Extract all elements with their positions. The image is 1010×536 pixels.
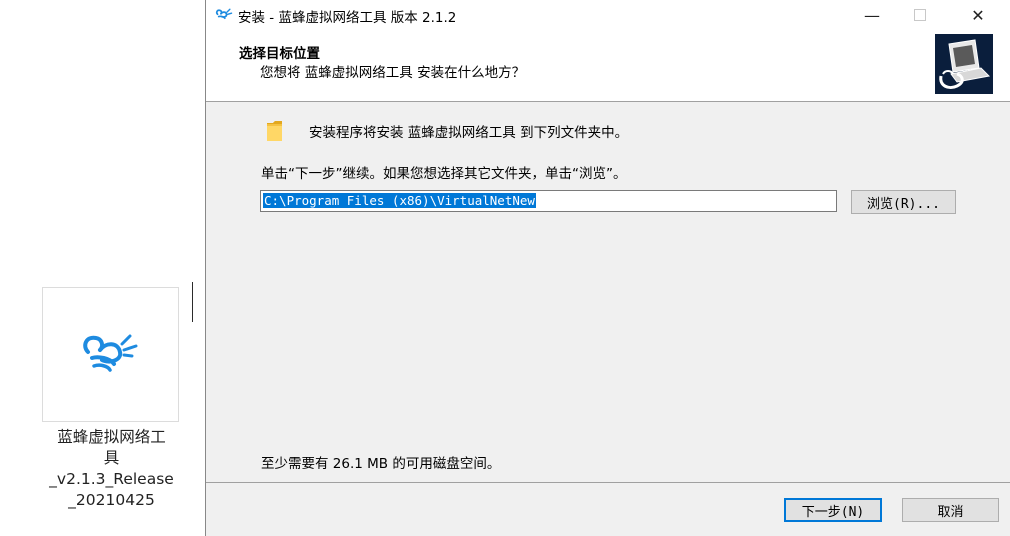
browse-instruction-text: 单击“下一步”继续。如果您想选择其它文件夹，单击“浏览”。 [261,166,627,182]
close-icon: ✕ [971,5,985,25]
cancel-button[interactable]: 取消 [902,498,999,522]
folder-icon [267,121,282,141]
title-bar[interactable]: 安装 - 蓝蜂虚拟网络工具 版本 2.1.2 — ✕ [206,0,1010,30]
page-title: 选择目标位置 [239,46,320,62]
next-button[interactable]: 下一步(N) [784,498,882,522]
close-button[interactable]: ✕ [955,0,1001,30]
page-subtitle: 您想将 蓝蜂虚拟网络工具 安装在什么地方？ [260,65,526,81]
installer-computer-icon [935,34,993,94]
installer-window: 安装 - 蓝蜂虚拟网络工具 版本 2.1.2 — ✕ 选择目标位置 您想将 蓝蜂… [205,0,1010,536]
maximize-icon [914,9,926,21]
file-name-line-4: _20210425 [68,491,155,509]
maximize-button[interactable] [897,0,943,30]
bee-logo-icon [215,8,233,20]
file-name-label: 蓝蜂虚拟网络工 具 _v2.1.3_Release _20210425 [40,427,183,511]
file-name-line-2: 具 [103,449,120,467]
install-path-input[interactable]: C:\Program Files (x86)\VirtualNetNew [260,190,837,212]
minimize-button[interactable]: — [849,0,895,30]
minimize-icon: — [864,5,880,25]
install-path-selected-text: C:\Program Files (x86)\VirtualNetNew [263,193,536,208]
file-name-line-3: _v2.1.3_Release [49,470,174,488]
wizard-header: 选择目标位置 您想将 蓝蜂虚拟网络工具 安装在什么地方？ [206,30,1010,102]
file-thumbnail[interactable] [42,287,179,422]
desktop-separator [192,282,193,322]
bee-logo-icon [83,334,138,372]
desktop-file-item[interactable]: 蓝蜂虚拟网络工 具 _v2.1.3_Release _20210425 [40,287,183,532]
browse-button[interactable]: 浏览(R)... [851,190,956,214]
disk-space-requirement: 至少需要有 26.1 MB 的可用磁盘空间。 [261,456,501,472]
window-title: 安装 - 蓝蜂虚拟网络工具 版本 2.1.2 [238,10,457,26]
file-name-line-1: 蓝蜂虚拟网络工 [57,428,166,446]
install-intro-text: 安装程序将安装 蓝蜂虚拟网络工具 到下列文件夹中。 [309,125,629,141]
footer-divider [206,482,1010,483]
